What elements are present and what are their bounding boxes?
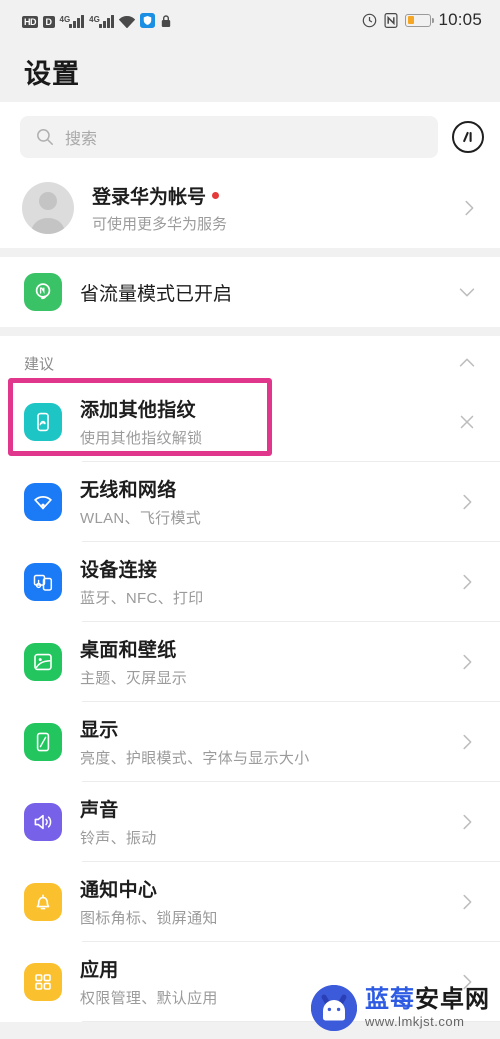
row-title: 设备连接 (80, 560, 158, 581)
display-icon (24, 722, 62, 761)
signal-bars-2 (98, 14, 114, 28)
chevron-right-icon (463, 654, 472, 669)
hd-icon: HD (22, 15, 38, 28)
device-connection-icon (24, 562, 62, 601)
watermark: 蓝莓安卓网 www.lmkjst.com (311, 985, 490, 1031)
shield-icon (139, 12, 155, 28)
row-title: 通知中心 (80, 880, 158, 901)
status-clock: 10:05 (438, 10, 482, 29)
row-text: 设备连接 蓝牙、NFC、打印 (80, 555, 438, 608)
avatar (22, 182, 74, 234)
notification-dot (212, 192, 220, 199)
sound-icon (24, 802, 62, 841)
suggestion-subtitle: 使用其他指纹解锁 (80, 430, 203, 447)
row-text: 显示 亮度、护眼模式、字体与显示大小 (80, 715, 438, 768)
fingerprint-icon (24, 402, 62, 441)
search-input[interactable]: 搜索 (20, 116, 438, 158)
account-title-wrap: 登录华为帐号 (92, 182, 440, 209)
row-title: 显示 (80, 720, 119, 741)
watermark-brand: 蓝莓安卓网 (365, 988, 490, 1012)
suggestion-text: 添加其他指纹 使用其他指纹解锁 (80, 395, 438, 448)
row-title: 桌面和壁纸 (80, 640, 177, 661)
phone-screen: HD D 4G 4G 10:05 设置 搜索 登录华为帐号 可使用更多华为服务 … (0, 0, 500, 1039)
signal-4g-icon-2: 4G (89, 14, 114, 28)
main-settings-section: 建议 添加其他指纹 使用其他指纹解锁 无线和网络 WLAN、飞行模式 设备连接 … (0, 336, 500, 1022)
row-subtitle: 铃声、振动 (80, 830, 157, 847)
huawei-account-row[interactable]: 登录华为帐号 可使用更多华为服务 (0, 170, 500, 248)
chevron-right-icon (463, 894, 472, 909)
wifi-icon (118, 15, 135, 28)
row-subtitle: 主题、灭屏显示 (80, 670, 188, 687)
page-title-bar: 设置 (0, 40, 500, 102)
leaf-data-saver-icon (24, 273, 62, 311)
account-subtitle: 可使用更多华为服务 (92, 216, 228, 233)
settings-row-device-connection[interactable]: 设备连接 蓝牙、NFC、打印 (0, 542, 500, 621)
chevron-right-icon (463, 734, 472, 749)
apps-grid-icon (24, 962, 62, 1001)
data-saver-row[interactable]: 省流量模式已开启 (0, 257, 500, 327)
watermark-brand-blue: 蓝莓 (365, 986, 415, 1013)
row-text: 桌面和壁纸 主题、灭屏显示 (80, 635, 438, 688)
search-placeholder: 搜索 (65, 131, 98, 148)
search-icon (37, 129, 53, 145)
row-text: 通知中心 图标角标、锁屏通知 (80, 875, 438, 928)
chevron-right-icon (463, 574, 472, 589)
battery-icon (405, 13, 435, 27)
android-mascot-icon (311, 985, 357, 1031)
search-row: 搜索 (0, 102, 500, 170)
account-text: 登录华为帐号 可使用更多华为服务 (92, 182, 440, 234)
chevron-right-icon (463, 494, 472, 509)
account-title: 登录华为帐号 (92, 187, 207, 208)
settings-row-wallpaper[interactable]: 桌面和壁纸 主题、灭屏显示 (0, 622, 500, 701)
nfc-icon (384, 12, 398, 28)
settings-row-display[interactable]: 显示 亮度、护眼模式、字体与显示大小 (0, 702, 500, 781)
settings-row-wireless-network[interactable]: 无线和网络 WLAN、飞行模式 (0, 462, 500, 541)
sim-icon: D (43, 15, 55, 28)
row-title: 声音 (80, 800, 119, 821)
settings-row-sound[interactable]: 声音 铃声、振动 (0, 782, 500, 861)
wallpaper-icon (24, 642, 62, 681)
row-subtitle: 蓝牙、NFC、打印 (80, 590, 204, 607)
row-title: 应用 (80, 960, 119, 981)
signal-bars-1 (69, 14, 85, 28)
settings-row-notifications[interactable]: 通知中心 图标角标、锁屏通知 (0, 862, 500, 941)
suggestion-add-fingerprint[interactable]: 添加其他指纹 使用其他指纹解锁 (0, 382, 500, 461)
smart-assist-icon[interactable] (452, 121, 484, 153)
row-text: 无线和网络 WLAN、飞行模式 (80, 475, 438, 528)
chevron-down-icon[interactable] (456, 281, 478, 303)
chevron-right-icon (465, 200, 474, 216)
suggestions-header: 建议 (0, 336, 500, 382)
row-subtitle: WLAN、飞行模式 (80, 510, 202, 527)
data-saver-section: 省流量模式已开启 (0, 257, 500, 327)
section-gap-2 (0, 327, 500, 336)
status-bar-right: 10:05 (362, 10, 482, 30)
signal-4g-icon-1: 4G (60, 14, 85, 28)
watermark-text: 蓝莓安卓网 www.lmkjst.com (365, 988, 490, 1029)
search-section: 搜索 登录华为帐号 可使用更多华为服务 (0, 102, 500, 248)
chevron-right-icon (463, 814, 472, 829)
alarm-icon (363, 13, 377, 27)
suggestion-title: 添加其他指纹 (80, 400, 196, 421)
lock-icon (161, 14, 171, 27)
row-subtitle: 亮度、护眼模式、字体与显示大小 (80, 750, 310, 767)
section-gap (0, 248, 500, 257)
row-subtitle: 图标角标、锁屏通知 (80, 910, 218, 927)
wifi-icon (24, 482, 62, 521)
suggestion-item-wrap: 添加其他指纹 使用其他指纹解锁 (0, 378, 500, 461)
chevron-up-icon[interactable] (456, 352, 478, 374)
status-bar: HD D 4G 4G 10:05 (0, 0, 500, 40)
status-bar-left: HD D 4G 4G (22, 12, 172, 28)
suggestions-title: 建议 (24, 355, 55, 373)
watermark-brand-dark: 安卓网 (415, 986, 490, 1013)
data-saver-title: 省流量模式已开启 (80, 283, 233, 305)
bell-icon (24, 882, 62, 921)
page-title: 设置 (24, 58, 80, 89)
row-title: 无线和网络 (80, 480, 177, 501)
close-icon[interactable] (456, 411, 478, 433)
watermark-url: www.lmkjst.com (365, 1014, 465, 1029)
avatar-placeholder-icon (31, 192, 65, 234)
row-text: 声音 铃声、振动 (80, 795, 438, 848)
